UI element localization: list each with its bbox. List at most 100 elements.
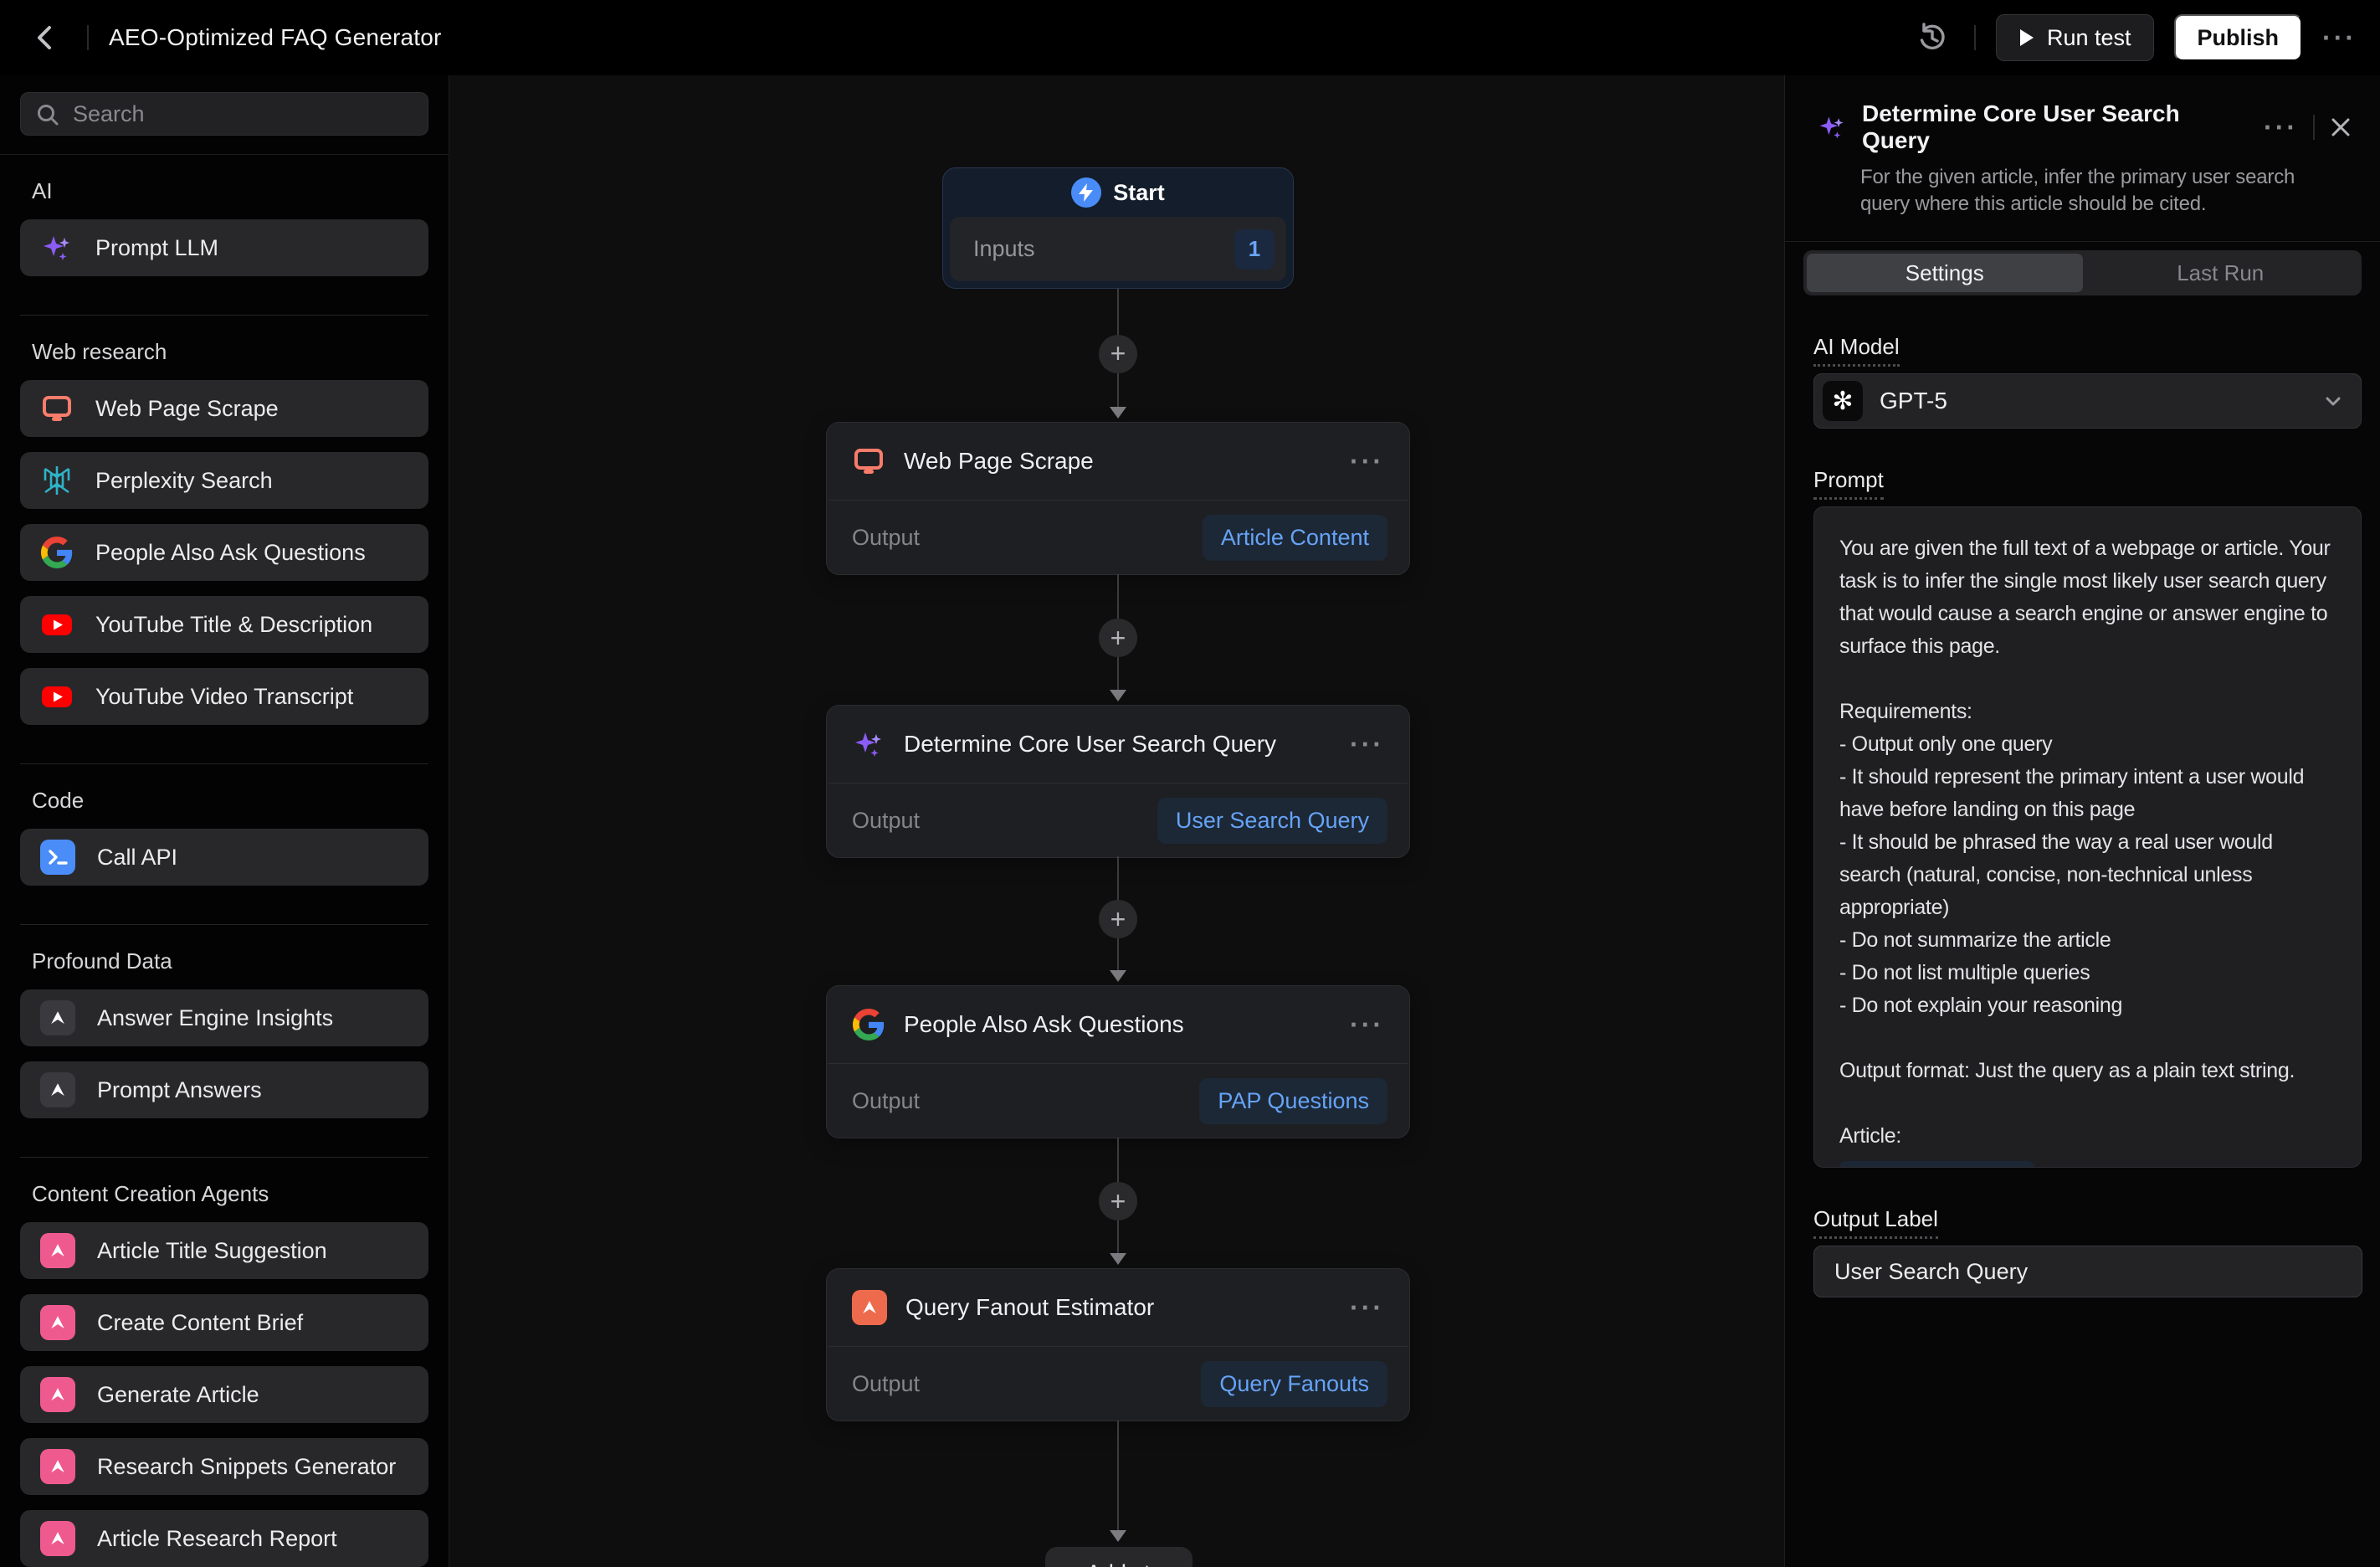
workflow-canvas[interactable]: Start Inputs 1 + Web Page Scrape · xyxy=(449,75,1784,1567)
profound-pink-icon xyxy=(40,1377,75,1412)
sidebar-item-web-page-scrape[interactable]: Web Page Scrape xyxy=(20,380,428,437)
sidebar-item-perplexity-search[interactable]: Perplexity Search xyxy=(20,452,428,509)
inputs-count-badge: 1 xyxy=(1234,229,1275,270)
node-title: Query Fanout Estimator xyxy=(905,1294,1331,1321)
publish-button[interactable]: Publish xyxy=(2174,14,2303,61)
profound-pink-icon xyxy=(40,1521,75,1556)
workflow-title: AEO-Optimized FAQ Generator xyxy=(109,24,442,51)
sidebar-item-call-api[interactable]: Call API xyxy=(20,829,428,886)
prompt-textarea[interactable]: You are given the full text of a webpage… xyxy=(1813,506,2362,1168)
add-node-button[interactable]: + xyxy=(1099,335,1137,373)
sidebar-item-youtube-title[interactable]: YouTube Title & Description xyxy=(20,596,428,653)
start-node[interactable]: Start Inputs 1 xyxy=(942,167,1294,289)
node-menu-button[interactable]: ··· xyxy=(1350,1010,1384,1040)
run-test-button[interactable]: Run test xyxy=(1996,14,2154,61)
history-button[interactable] xyxy=(1911,16,1954,59)
plus-icon: + xyxy=(1063,1560,1076,1567)
inputs-label: Inputs xyxy=(973,236,1234,262)
sparkles-icon xyxy=(852,727,885,761)
google-icon xyxy=(40,536,74,569)
sidebar-item-label: People Also Ask Questions xyxy=(95,540,366,566)
panel-header-divider xyxy=(2313,115,2315,140)
terminal-icon xyxy=(40,840,75,875)
play-icon xyxy=(2018,28,2035,48)
topbar-more-button[interactable]: ··· xyxy=(2322,23,2357,54)
edge-fanout-to-add-step xyxy=(1099,1421,1137,1542)
back-button[interactable] xyxy=(23,16,67,59)
close-icon[interactable] xyxy=(2330,116,2352,138)
panel-more-button[interactable]: ··· xyxy=(2264,112,2298,143)
output-label: Output xyxy=(852,1371,1201,1397)
sidebar-item-article-title-suggestion[interactable]: Article Title Suggestion xyxy=(20,1222,428,1279)
node-determine-core-user-search-query[interactable]: Determine Core User Search Query ··· Out… xyxy=(826,705,1410,858)
sidebar-item-research-snippets-generator[interactable]: Research Snippets Generator xyxy=(20,1438,428,1495)
profound-pink-icon xyxy=(40,1449,75,1484)
output-badge[interactable]: Article Content xyxy=(1203,515,1387,561)
sidebar-item-label: YouTube Title & Description xyxy=(95,612,372,638)
ai-model-select[interactable]: ✻ GPT-5 xyxy=(1813,373,2362,429)
perplexity-icon xyxy=(40,464,74,497)
panel-divider xyxy=(1785,241,2380,242)
profound-dark-icon xyxy=(40,1072,75,1107)
topbar-divider xyxy=(87,25,89,50)
profound-orange-icon xyxy=(852,1290,887,1325)
sidebar-item-prompt-answers[interactable]: Prompt Answers xyxy=(20,1061,428,1118)
sidebar-item-label: Web Page Scrape xyxy=(95,396,279,422)
node-title: People Also Ask Questions xyxy=(904,1011,1331,1038)
chevron-down-icon xyxy=(2322,390,2344,412)
prompt-label: Prompt xyxy=(1813,467,1884,493)
add-node-button[interactable]: + xyxy=(1099,1182,1137,1220)
node-menu-button[interactable]: ··· xyxy=(1350,1292,1384,1323)
node-title: Determine Core User Search Query xyxy=(904,731,1331,758)
sidebar-item-label: Answer Engine Insights xyxy=(97,1005,333,1031)
sidebar-item-prompt-llm[interactable]: Prompt LLM xyxy=(20,219,428,276)
chevron-left-icon xyxy=(34,23,56,53)
sidebar-item-label: Call API xyxy=(97,845,177,871)
panel-description: For the given article, infer the primary… xyxy=(1860,164,2342,218)
start-inputs-row[interactable]: Inputs 1 xyxy=(950,217,1286,281)
history-icon xyxy=(1917,23,1947,53)
start-node-title: Start xyxy=(1113,180,1165,206)
sparkles-icon xyxy=(1817,112,1847,142)
sidebar-item-label: Create Content Brief xyxy=(97,1310,303,1336)
add-step-button[interactable]: + Add step xyxy=(1045,1547,1193,1567)
sidebar-divider xyxy=(0,154,449,155)
arrow-down-icon xyxy=(1110,1530,1126,1542)
section-label-web-research: Web research xyxy=(32,339,428,365)
ai-model-value: GPT-5 xyxy=(1880,388,2306,414)
sidebar-item-generate-article[interactable]: Generate Article xyxy=(20,1366,428,1423)
sidebar-item-article-research-report[interactable]: Article Research Report xyxy=(20,1510,428,1567)
output-badge[interactable]: PAP Questions xyxy=(1199,1078,1387,1124)
profound-dark-icon xyxy=(40,1000,75,1035)
node-query-fanout-estimator[interactable]: Query Fanout Estimator ··· Output Query … xyxy=(826,1268,1410,1421)
add-node-button[interactable]: + xyxy=(1099,900,1137,938)
search-input[interactable] xyxy=(20,92,428,136)
sidebar-item-answer-engine-insights[interactable]: Answer Engine Insights xyxy=(20,989,428,1046)
output-label-input[interactable] xyxy=(1813,1246,2362,1297)
node-menu-button[interactable]: ··· xyxy=(1350,446,1384,477)
profound-pink-icon xyxy=(40,1233,75,1268)
node-web-page-scrape[interactable]: Web Page Scrape ··· Output Article Conte… xyxy=(826,422,1410,575)
run-test-label: Run test xyxy=(2047,25,2131,51)
node-menu-button[interactable]: ··· xyxy=(1350,729,1384,760)
add-step-label: Add step xyxy=(1086,1560,1176,1567)
tab-settings[interactable]: Settings xyxy=(1807,254,2083,292)
youtube-icon xyxy=(40,680,74,713)
sidebar-item-create-content-brief[interactable]: Create Content Brief xyxy=(20,1294,428,1351)
section-label-ai: AI xyxy=(32,178,428,204)
node-people-also-ask-questions[interactable]: People Also Ask Questions ··· Output PAP… xyxy=(826,985,1410,1138)
edge-scrape-to-query: + xyxy=(1099,574,1137,701)
add-node-button[interactable]: + xyxy=(1099,619,1137,657)
sidebar-item-label: Article Title Suggestion xyxy=(97,1238,327,1264)
tab-last-run[interactable]: Last Run xyxy=(2083,254,2359,292)
arrow-down-icon xyxy=(1110,690,1126,701)
sidebar-item-people-also-ask[interactable]: People Also Ask Questions xyxy=(20,524,428,581)
output-badge[interactable]: Query Fanouts xyxy=(1201,1361,1387,1407)
sidebar-item-label: Prompt Answers xyxy=(97,1077,262,1103)
sidebar-item-label: Article Research Report xyxy=(97,1526,337,1552)
output-badge[interactable]: User Search Query xyxy=(1157,798,1387,844)
section-label-profound-data: Profound Data xyxy=(32,948,428,974)
sidebar-item-youtube-transcript[interactable]: YouTube Video Transcript xyxy=(20,668,428,725)
sidebar-item-label: Generate Article xyxy=(97,1382,259,1408)
article-content-chip[interactable]: T Article Content xyxy=(1839,1161,2034,1168)
